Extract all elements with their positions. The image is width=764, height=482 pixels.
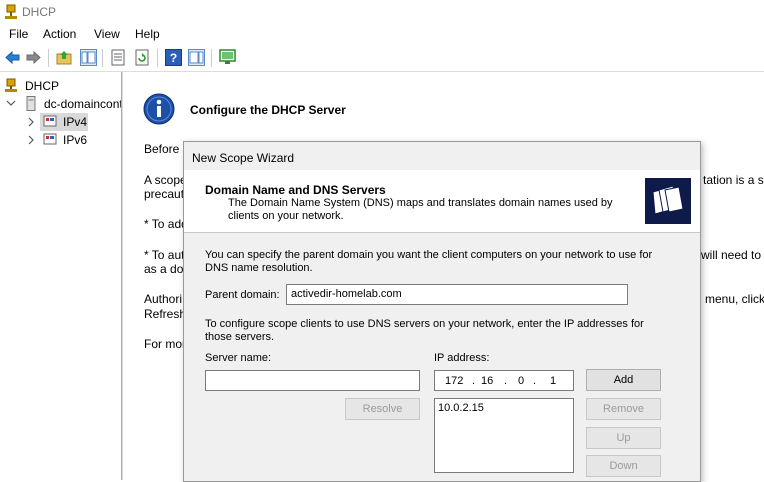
- dns-server-list[interactable]: 10.0.2.15: [434, 398, 574, 473]
- content-line-right: will need to: [701, 248, 762, 262]
- up-folder-icon[interactable]: [56, 49, 73, 66]
- wizard-header: Domain Name and DNS Servers The Domain N…: [184, 170, 700, 233]
- content-line-right: menu, click: [705, 292, 764, 306]
- title-bar: DHCP: [0, 0, 764, 24]
- content-line: * To add: [144, 217, 188, 231]
- server-name-input[interactable]: [205, 370, 420, 391]
- info-icon: [143, 93, 175, 125]
- new-scope-wizard-dialog: New Scope Wizard Domain Name and DNS Ser…: [183, 141, 701, 482]
- refresh-icon[interactable]: [134, 49, 151, 66]
- content-line: as a dor: [144, 262, 188, 276]
- svg-text:?: ?: [170, 51, 177, 65]
- tree-label-ipv4: IPv4: [63, 115, 88, 129]
- show-hide-action-pane-icon[interactable]: [188, 49, 205, 66]
- toolbar-separator: [102, 49, 103, 67]
- wizard-header-title: Domain Name and DNS Servers: [205, 183, 386, 197]
- dhcp-app-icon: [5, 4, 17, 19]
- ip-dot: .: [472, 375, 476, 387]
- content-line: precaut: [144, 187, 185, 201]
- chevron-down-icon[interactable]: [6, 98, 16, 108]
- ip-octet-3[interactable]: 0: [518, 375, 524, 387]
- remove-button[interactable]: Remove: [586, 398, 661, 420]
- tree-label-dhcp: DHCP: [25, 79, 60, 93]
- toolbar: ?: [0, 45, 764, 72]
- menu-action[interactable]: Action: [43, 27, 76, 41]
- tree-item-server[interactable]: dc-domaincontroller: [4, 95, 121, 113]
- up-button[interactable]: Up: [586, 427, 661, 449]
- menu-bar: File Action View Help: [0, 24, 764, 44]
- wizard-header-description: The Domain Name System (DNS) maps and tr…: [228, 197, 613, 222]
- window-title: DHCP: [22, 5, 57, 19]
- monitor-icon[interactable]: [219, 49, 236, 66]
- toolbar-separator: [48, 49, 49, 67]
- parent-domain-input[interactable]: activedir-homelab.com: [286, 284, 628, 305]
- ip-octet-1[interactable]: 172: [445, 375, 463, 387]
- content-line: For mor: [144, 337, 186, 351]
- intro-text: You can specify the parent domain you wa…: [205, 249, 653, 274]
- add-button[interactable]: Add: [586, 369, 661, 391]
- dns-server-item[interactable]: 10.0.2.15: [438, 402, 484, 414]
- content-heading: Configure the DHCP Server: [190, 103, 346, 117]
- chevron-right-icon[interactable]: [26, 135, 36, 145]
- ipv6-icon: [43, 133, 57, 145]
- export-list-icon[interactable]: [110, 49, 127, 66]
- console-tree: DHCP dc-domaincontroller IPv4: [0, 72, 122, 480]
- server-icon: [26, 96, 36, 111]
- content-line-right: tation is a sec: [703, 173, 764, 187]
- folders-icon: [645, 178, 691, 224]
- ip-address-label: IP address:: [434, 352, 490, 364]
- content-line: * To aut: [144, 248, 185, 262]
- tree-label-ipv6: IPv6: [63, 133, 88, 147]
- resolve-button[interactable]: Resolve: [345, 398, 420, 420]
- ip-dot: .: [533, 375, 537, 387]
- help-icon[interactable]: ?: [165, 49, 182, 66]
- chevron-right-icon[interactable]: [26, 117, 36, 127]
- parent-domain-value: activedir-homelab.com: [291, 288, 402, 300]
- menu-view[interactable]: View: [94, 27, 120, 41]
- ipv4-icon: [43, 115, 57, 127]
- toolbar-separator: [211, 49, 212, 67]
- back-icon[interactable]: [4, 49, 21, 66]
- show-hide-tree-icon[interactable]: [80, 49, 97, 66]
- ip-octet-4[interactable]: 1: [550, 375, 556, 387]
- ip-dot: .: [504, 375, 508, 387]
- parent-domain-label: Parent domain:: [205, 289, 280, 301]
- server-name-label: Server name:: [205, 352, 272, 364]
- content-line: Authori: [144, 292, 183, 306]
- ip-octet-2[interactable]: 16: [481, 375, 493, 387]
- dhcp-root-icon: [5, 78, 17, 92]
- wizard-title: New Scope Wizard: [192, 151, 295, 165]
- configure-dns-text: To configure scope clients to use DNS se…: [205, 318, 644, 343]
- content-line: A scope: [144, 173, 187, 187]
- menu-file[interactable]: File: [9, 27, 28, 41]
- ip-address-input[interactable]: 172 . 16 . 0 . 1: [434, 370, 574, 391]
- forward-icon[interactable]: [25, 49, 42, 66]
- menu-help[interactable]: Help: [135, 27, 160, 41]
- toolbar-separator: [157, 49, 158, 67]
- tree-label-server: dc-domaincontroller: [44, 97, 121, 111]
- down-button[interactable]: Down: [586, 455, 661, 477]
